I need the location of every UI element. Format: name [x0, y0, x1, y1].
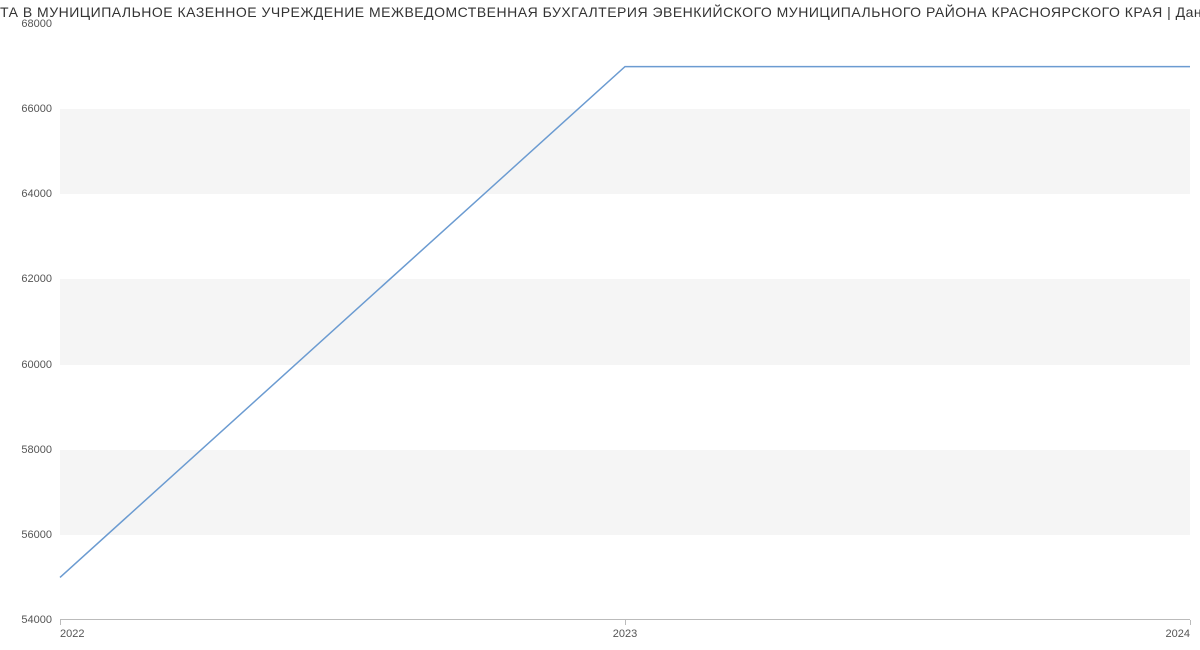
- chart-plot-area: 5400056000580006000062000640006600068000…: [60, 24, 1190, 620]
- x-tick-mark: [625, 620, 626, 625]
- y-tick-label: 56000: [21, 529, 52, 541]
- x-tick-label: 2022: [60, 628, 84, 640]
- y-tick-label: 58000: [21, 444, 52, 456]
- y-tick-label: 66000: [21, 103, 52, 115]
- y-tick-label: 68000: [21, 18, 52, 30]
- y-tick-label: 64000: [21, 188, 52, 200]
- y-tick-label: 62000: [21, 273, 52, 285]
- x-tick-mark: [60, 620, 61, 625]
- x-tick-mark: [1190, 620, 1191, 625]
- y-tick-label: 60000: [21, 359, 52, 371]
- chart-title: ТА В МУНИЦИПАЛЬНОЕ КАЗЕННОЕ УЧРЕЖДЕНИЕ М…: [0, 0, 1200, 24]
- line-series: [60, 24, 1190, 620]
- y-tick-label: 54000: [21, 614, 52, 626]
- x-tick-label: 2024: [1166, 628, 1190, 640]
- x-tick-label: 2023: [613, 628, 637, 640]
